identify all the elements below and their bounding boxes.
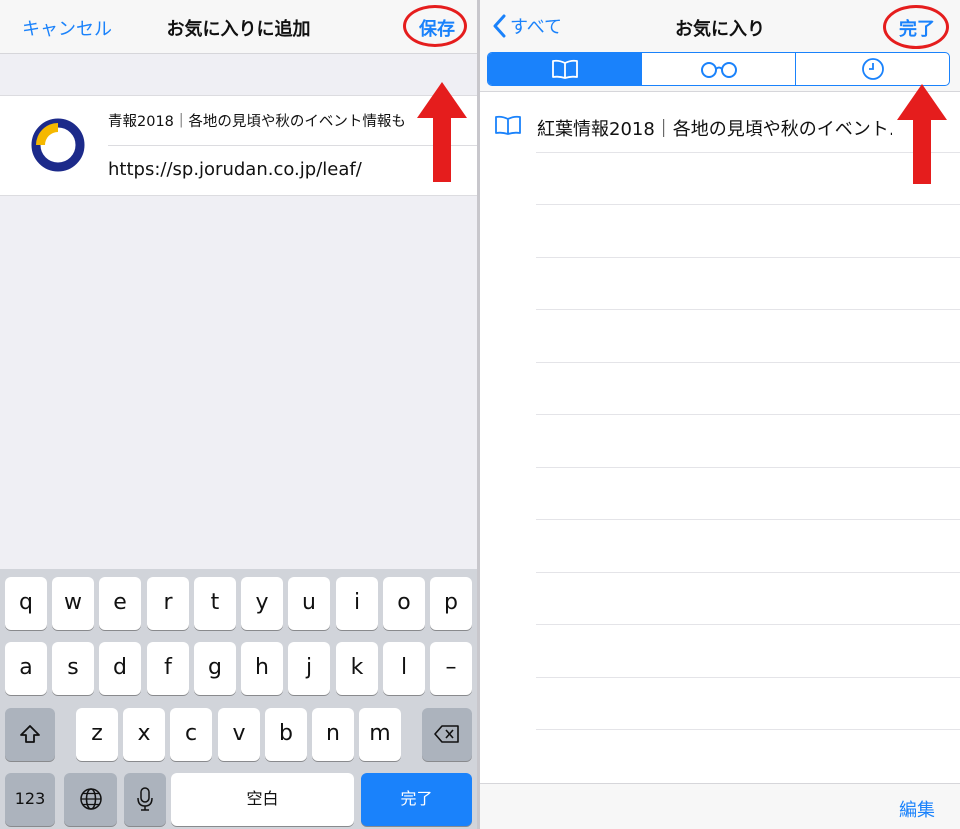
bookmark-url-field[interactable]: https://sp.jorudan.co.jp/leaf/ <box>108 159 362 180</box>
divider <box>536 362 960 363</box>
divider <box>536 467 960 468</box>
key-q[interactable]: q <box>5 577 47 630</box>
key-o[interactable]: o <box>383 577 425 630</box>
annotation-circle <box>403 5 467 47</box>
list-item[interactable]: 紅葉情報2018｜各地の見頃や秋のイベント… <box>480 100 960 152</box>
bookmarks-icon <box>551 59 578 79</box>
key-i[interactable]: i <box>336 577 378 630</box>
key-p[interactable]: p <box>430 577 472 630</box>
divider <box>536 677 960 678</box>
add-favorite-screen: キャンセル お気に入りに追加 保存 青報2018｜各地の見頃や秋のイベント情報も… <box>0 0 477 829</box>
key-e[interactable]: e <box>99 577 141 630</box>
annotation-arrow-icon <box>417 82 467 182</box>
microphone-icon <box>137 787 153 811</box>
bookmark-label: 紅葉情報2018｜各地の見頃や秋のイベント… <box>537 119 892 140</box>
globe-key[interactable] <box>64 773 117 826</box>
favorites-screen: すべて お気に入り 完了 紅葉情報2018｜各地の見頃や秋のイベント… 編集 <box>480 0 960 829</box>
key-j[interactable]: j <box>288 642 330 695</box>
done-key[interactable]: 完了 <box>361 773 472 826</box>
key-t[interactable]: t <box>194 577 236 630</box>
key-c[interactable]: c <box>170 708 212 761</box>
tab-reading-list[interactable] <box>642 53 796 85</box>
edit-button[interactable]: 編集 <box>899 796 935 822</box>
tab-bookmarks[interactable] <box>488 53 642 85</box>
numbers-key[interactable]: 123 <box>5 773 55 826</box>
key-f[interactable]: f <box>147 642 189 695</box>
shift-icon <box>20 725 40 743</box>
key-m[interactable]: m <box>359 708 401 761</box>
divider <box>536 572 960 573</box>
key-h[interactable]: h <box>241 642 283 695</box>
divider <box>536 414 960 415</box>
annotation-arrow-icon <box>897 84 947 184</box>
divider <box>536 624 960 625</box>
key-g[interactable]: g <box>194 642 236 695</box>
key-n[interactable]: n <box>312 708 354 761</box>
key-b[interactable]: b <box>265 708 307 761</box>
annotation-circle <box>883 5 949 49</box>
delete-key[interactable] <box>422 708 472 761</box>
dictation-key[interactable] <box>124 773 166 826</box>
segmented-control <box>487 52 950 86</box>
divider <box>536 729 960 730</box>
key-r[interactable]: r <box>147 577 189 630</box>
globe-icon <box>79 788 102 810</box>
key-k[interactable]: k <box>336 642 378 695</box>
key-u[interactable]: u <box>288 577 330 630</box>
key-d[interactable]: d <box>99 642 141 695</box>
key-l[interactable]: l <box>383 642 425 695</box>
divider <box>536 257 960 258</box>
reading-list-icon <box>700 62 737 78</box>
key-a[interactable]: a <box>5 642 47 695</box>
key-v[interactable]: v <box>218 708 260 761</box>
key-y[interactable]: y <box>241 577 283 630</box>
divider <box>536 204 960 205</box>
key-z[interactable]: z <box>76 708 118 761</box>
key-w[interactable]: w <box>52 577 94 630</box>
divider <box>536 519 960 520</box>
bookmark-icon <box>495 115 521 135</box>
backspace-icon <box>434 725 459 743</box>
site-favicon <box>31 118 85 172</box>
space-key[interactable]: 空白 <box>171 773 354 826</box>
history-icon <box>861 58 884 80</box>
divider <box>536 309 960 310</box>
key-s[interactable]: s <box>52 642 94 695</box>
key-dash[interactable]: – <box>430 642 472 695</box>
shift-key[interactable] <box>5 708 55 761</box>
keyboard: q w e r t y u i o p a s d f g h j k l – … <box>0 569 477 829</box>
bottom-toolbar: 編集 <box>480 783 960 829</box>
key-x[interactable]: x <box>123 708 165 761</box>
